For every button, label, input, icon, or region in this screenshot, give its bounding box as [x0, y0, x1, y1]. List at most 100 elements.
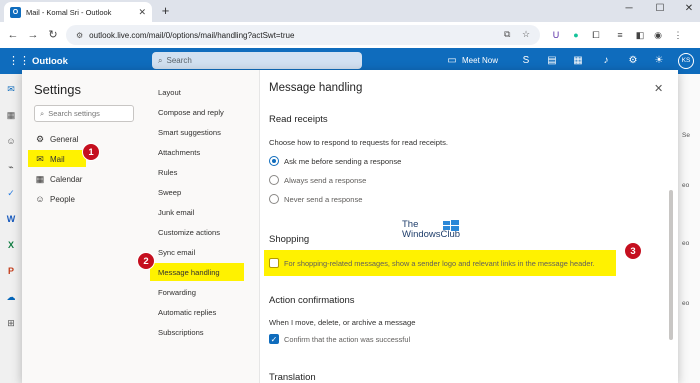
category-label: General [50, 134, 79, 144]
radio-always-send[interactable]: Always send a response [269, 175, 366, 185]
meet-now-icon[interactable]: ▭ [446, 55, 458, 67]
pane-snippet: eo [682, 182, 690, 189]
onedrive-rail-icon[interactable]: ☁ [6, 292, 16, 302]
forward-arrow-icon[interactable]: → [26, 28, 40, 42]
profile-icon[interactable]: ◉ [652, 29, 664, 41]
subcategory-message-handling[interactable]: Message handling [158, 268, 220, 277]
shopping-checkbox[interactable]: For shopping-related messages, show a se… [269, 258, 595, 268]
subcategory-rules[interactable]: Rules [158, 168, 177, 177]
subcategory-compose-and-reply[interactable]: Compose and reply [158, 108, 224, 117]
subcategory-forwarding[interactable]: Forwarding [158, 288, 196, 297]
confirm-action-checkbox-label: Confirm that the action was successful [284, 334, 411, 344]
message-handling-content: Message handling ✕ Read receipts Choose … [260, 70, 678, 383]
category-label: Calendar [50, 174, 83, 184]
radio-label: Never send a response [284, 194, 363, 204]
more-apps-rail-icon[interactable]: ⊞ [6, 318, 16, 328]
subcategory-junk-email[interactable]: Junk email [158, 208, 194, 217]
back-arrow-icon[interactable]: ← [6, 28, 20, 42]
subcategory-smart-suggestions[interactable]: Smart suggestions [158, 128, 221, 137]
search-icon: ⌕ [158, 55, 163, 65]
mail-rail-icon[interactable]: ✉ [6, 84, 16, 94]
gear-icon: ⚙ [35, 133, 45, 144]
media-icon[interactable]: ≡ [614, 29, 626, 41]
shopping-heading: Shopping [269, 234, 310, 245]
settings-search-input[interactable]: ⌕ Search settings [34, 105, 134, 122]
radio-unselected-icon [269, 175, 279, 185]
powerpoint-rail-icon[interactable]: P [6, 266, 16, 276]
subcategory-automatic-replies[interactable]: Automatic replies [158, 308, 216, 317]
watermark: The WindowsClub [402, 220, 460, 240]
subcategory-sync-email[interactable]: Sync email [158, 248, 195, 257]
subcategory-subscriptions[interactable]: Subscriptions [158, 328, 204, 337]
confirm-action-checkbox[interactable]: ✓ Confirm that the action was successful [269, 334, 410, 344]
address-bar[interactable]: ⚙ outlook.live.com/mail/0/options/mail/h… [66, 25, 540, 45]
subcategory-attachments[interactable]: Attachments [158, 148, 200, 157]
maximize-icon[interactable]: ☐ [651, 3, 669, 14]
checkmark-icon: ✓ [269, 334, 279, 344]
subcategory-sweep[interactable]: Sweep [158, 188, 181, 197]
browser-menu-icon[interactable]: ⋮ [672, 29, 684, 41]
calendar-header-icon[interactable]: ▦ [572, 55, 584, 67]
read-receipts-description: Choose how to respond to requests for re… [269, 138, 448, 147]
action-confirmations-description: When I move, delete, or archive a messag… [269, 318, 416, 327]
radio-selected-icon [269, 156, 279, 166]
subcategory-layout[interactable]: Layout [158, 88, 181, 97]
todo-rail-icon[interactable]: ✓ [6, 188, 16, 198]
avatar[interactable]: KS [678, 53, 694, 69]
settings-dialog: Settings ⌕ Search settings ⚙ General ✉ M… [22, 70, 678, 383]
install-app-icon[interactable]: ⧉ [504, 29, 510, 40]
content-scrollbar[interactable] [669, 190, 673, 340]
attach-rail-icon[interactable]: ⌁ [6, 162, 16, 172]
settings-categories-panel: Settings ⌕ Search settings ⚙ General ✉ M… [22, 70, 148, 383]
skype-icon[interactable]: S [520, 55, 532, 67]
action-confirmations-heading: Action confirmations [269, 295, 355, 306]
reading-pane-edge: Se eo eo eo [678, 74, 700, 383]
category-calendar[interactable]: ▦ Calendar [28, 170, 138, 188]
calendar-rail-icon[interactable]: ▦ [6, 110, 16, 120]
bookmark-star-icon[interactable]: ☆ [522, 29, 530, 40]
close-tab-icon[interactable]: ✕ [138, 7, 146, 18]
minimize-icon[interactable]: ─ [620, 3, 638, 14]
outlook-favicon-icon: O [10, 6, 21, 18]
page-title: Message handling [269, 82, 363, 94]
category-label: Mail [50, 154, 65, 164]
notification-bell-icon[interactable]: ♪ [600, 55, 612, 67]
pane-snippet: Se [682, 132, 690, 139]
people-icon: ☺ [35, 194, 45, 204]
radio-ask-before-sending[interactable]: Ask me before sending a response [269, 156, 401, 166]
radio-label: Ask me before sending a response [284, 156, 402, 166]
settings-gear-icon[interactable]: ⚙ [627, 55, 639, 67]
url-text: outlook.live.com/mail/0/options/mail/han… [89, 30, 295, 40]
reload-icon[interactable]: ↻ [46, 28, 60, 42]
extensions-puzzle-icon[interactable]: ⧠ [590, 29, 602, 41]
grammarly-icon[interactable]: ● [570, 29, 582, 41]
settings-title: Settings [34, 82, 81, 97]
tips-lightbulb-icon[interactable]: ☀ [653, 55, 665, 67]
browser-tab-title: Mail - Komal Sri - Outlook [26, 7, 112, 17]
onenote-icon[interactable]: ▤ [546, 55, 558, 67]
radio-label: Always send a response [284, 175, 367, 185]
site-info-icon[interactable]: ⚙ [76, 31, 83, 40]
excel-rail-icon[interactable]: X [6, 240, 16, 250]
meet-now-button[interactable]: Meet Now [462, 56, 498, 65]
mail-search-box[interactable]: ⌕ Search [152, 52, 362, 69]
subcategory-customize-actions[interactable]: Customize actions [158, 228, 220, 237]
new-tab-button[interactable]: + [158, 4, 173, 19]
word-rail-icon[interactable]: W [6, 214, 16, 224]
browser-tab[interactable]: O Mail - Komal Sri - Outlook ✕ [4, 2, 152, 22]
annotation-badge-1: 1 [82, 143, 100, 161]
category-general[interactable]: ⚙ General [28, 130, 138, 148]
mail-icon: ✉ [36, 153, 44, 164]
category-people[interactable]: ☺ People [28, 190, 138, 208]
people-rail-icon[interactable]: ☺ [6, 136, 16, 146]
app-launcher-icon[interactable]: ⋮⋮ [8, 55, 30, 67]
checkbox-unchecked-icon [269, 258, 279, 268]
sidepanel-icon[interactable]: ◧ [634, 29, 646, 41]
extension-u-icon[interactable]: U [550, 29, 562, 41]
close-icon[interactable]: ✕ [654, 82, 663, 95]
radio-never-send[interactable]: Never send a response [269, 194, 363, 204]
radio-unselected-icon [269, 194, 279, 204]
outlook-brand: Outlook [32, 56, 68, 67]
window-close-icon[interactable]: ✕ [680, 3, 698, 14]
watermark-logo-icon [443, 220, 459, 231]
